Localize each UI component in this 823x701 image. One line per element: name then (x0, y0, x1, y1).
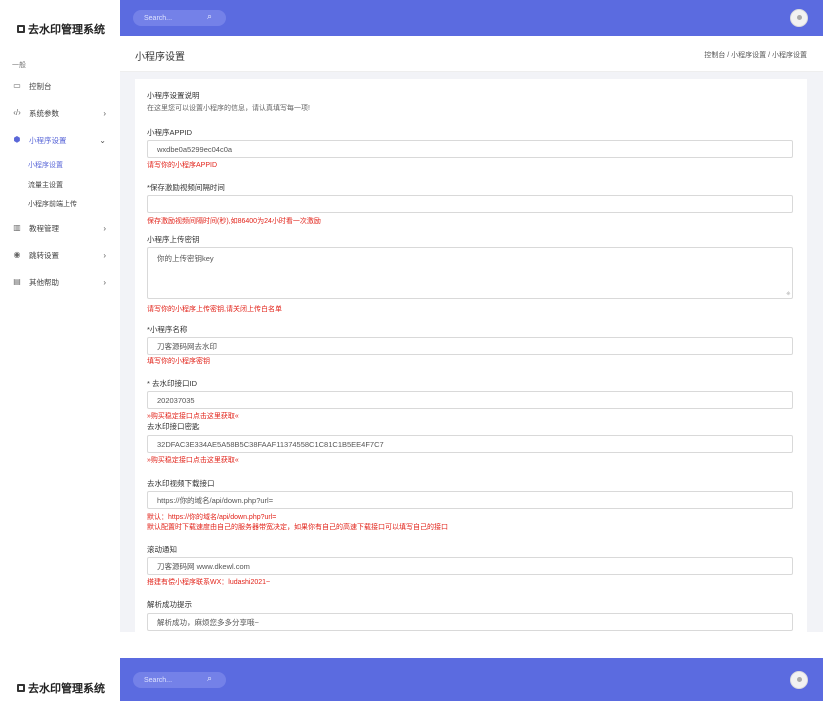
sidebar-subitem-miniprogram-settings[interactable]: 小程序设置 (28, 160, 63, 170)
sidebar-item-label: 控制台 (29, 81, 52, 91)
sidebar-item-label: 小程序设置 (29, 135, 67, 145)
upload-key-value: 你的上传密钥key (157, 254, 214, 263)
document-icon: ▤ (13, 277, 21, 286)
page-header: 小程序设置 控制台 / 小程序设置 / 小程序设置 (120, 36, 823, 72)
download-api-label: 去水印视频下载接口 (147, 479, 215, 488)
admin-window: 去水印管理系统 一般 ▭ 控制台 ‹/› 系统参数 › ⬢ 小程序设置 ⌄ 小程… (0, 0, 823, 632)
intro-description: 在这里您可以设置小程序的信息，请认真填写每一项! (147, 105, 310, 112)
scroll-notice-hint: 搭建有偿小程序联系WX：ludashi2021~ (147, 579, 271, 586)
search-placeholder: Search... (144, 676, 173, 684)
search-input[interactable]: Search... ⌕ (133, 672, 226, 688)
sidebar-subitem-frontend-upload[interactable]: 小程序前端上传 (28, 199, 77, 209)
book-icon: ▥ (13, 223, 21, 232)
video-interval-label: *保存激励视频间隔时间 (147, 183, 225, 192)
settings-form: 小程序设置说明 在这里您可以设置小程序的信息，请认真填写每一项! 小程序APPI… (135, 79, 807, 632)
chevron-right-icon: › (103, 108, 106, 118)
appid-input[interactable]: wxdbe0a5299ec04c0a (147, 140, 793, 158)
video-interval-input[interactable] (147, 195, 793, 213)
app-name-input[interactable]: 刀客源码网去水印 (147, 337, 793, 355)
upload-key-hint: 请写你的小程序上传密钥,请关闭上传白名单 (147, 306, 282, 313)
app-title: 去水印管理系统 (28, 683, 105, 695)
intro-title: 小程序设置说明 (147, 91, 200, 100)
parse-success-input[interactable]: 解析成功，麻烦您多多分享哦~ (147, 613, 793, 631)
code-icon: ‹/› (13, 108, 21, 117)
appid-hint: 请写你的小程序APPID (147, 162, 218, 169)
sidebar-item-label: 其他帮助 (29, 277, 59, 287)
sidebar: 去水印管理系统 一般 ▭ 控制台 ‹/› 系统参数 › ⬢ 小程序设置 ⌄ 小程… (0, 0, 120, 632)
api-key-label: 去水印接口密匙 (147, 422, 200, 431)
disc-icon: ◉ (13, 250, 21, 259)
breadcrumb[interactable]: 控制台 / 小程序设置 / 小程序设置 (704, 50, 807, 60)
sidebar-item-dashboard[interactable]: ▭ 控制台 (0, 78, 120, 94)
api-id-buy-link[interactable]: »购买稳定接口点击这里获取« (147, 411, 239, 421)
api-id-label: * 去水印接口ID (147, 379, 198, 388)
parse-success-label: 解析成功提示 (147, 600, 192, 609)
app-logo[interactable]: 去水印管理系统 (17, 21, 105, 37)
resize-handle-icon[interactable]: ≡ (785, 291, 792, 298)
sidebar-item-label: 跳转设置 (29, 250, 59, 260)
sidebar-item-miniprogram-settings[interactable]: ⬢ 小程序设置 ⌄ (0, 132, 120, 148)
api-key-input[interactable]: 32DFAC3E334AE5A58B5C38FAAF11374558C1C81C… (147, 435, 793, 453)
download-api-hint-default: 默认：https://你的域名/api/down.php?url= (147, 514, 277, 521)
sidebar-item-label: 系统参数 (29, 108, 59, 118)
sidebar-item-tutorials[interactable]: ▥ 教程管理 › (0, 220, 120, 236)
scroll-notice-input[interactable]: 刀客源码网 www.dkewl.com (147, 557, 793, 575)
avatar[interactable] (790, 9, 808, 27)
content-area: 小程序设置说明 在这里您可以设置小程序的信息，请认真填写每一项! 小程序APPI… (120, 72, 823, 632)
appid-label: 小程序APPID (147, 128, 193, 137)
search-icon[interactable]: ⌕ (207, 674, 212, 683)
search-input[interactable]: Search... ⌕ (133, 10, 226, 26)
search-icon[interactable]: ⌕ (207, 12, 212, 21)
scroll-notice-label: 滚动通知 (147, 545, 177, 554)
chevron-right-icon: › (103, 223, 106, 233)
upload-key-label: 小程序上传密钥 (147, 235, 200, 244)
download-api-input[interactable]: https://你的域名/api/down.php?url= (147, 491, 793, 509)
sidebar-item-system-params[interactable]: ‹/› 系统参数 › (0, 105, 120, 121)
search-placeholder: Search... (144, 14, 173, 22)
top-bar: Search... ⌕ (120, 658, 823, 701)
top-bar: Search... ⌕ (120, 0, 823, 36)
shield-icon: ⬢ (13, 135, 21, 144)
download-api-hint-note: 默认配置时下载速度由自己的服务器带宽决定，如果你有自己的高速下载接口可以填写自己… (147, 524, 448, 531)
sidebar-section-label: 一般 (12, 62, 26, 69)
logo-square-icon (17, 25, 25, 33)
page-title: 小程序设置 (135, 52, 185, 63)
upload-key-textarea[interactable]: 你的上传密钥key ≡ (147, 247, 793, 299)
app-logo[interactable]: 去水印管理系统 (17, 680, 105, 696)
monitor-icon: ▭ (13, 81, 21, 90)
sidebar-subitem-traffic-settings[interactable]: 流量主设置 (28, 180, 63, 190)
avatar[interactable] (790, 671, 808, 689)
video-interval-hint: 保存激励视频间隔时间(秒),如86400为24小时看一次激励 (147, 218, 321, 225)
app-name-hint: 填写你的小程序密钥 (147, 358, 210, 365)
api-key-buy-link[interactable]: »购买稳定接口点击这里获取« (147, 455, 239, 465)
chevron-right-icon: › (103, 250, 106, 260)
api-id-input[interactable]: 202037035 (147, 391, 793, 409)
sidebar: 去水印管理系统 (0, 658, 120, 701)
app-name-label: *小程序名称 (147, 325, 188, 334)
app-title: 去水印管理系统 (28, 24, 105, 36)
sidebar-item-redirect-settings[interactable]: ◉ 跳转设置 › (0, 247, 120, 263)
sidebar-item-label: 教程管理 (29, 223, 59, 233)
logo-square-icon (17, 684, 25, 692)
sidebar-item-help[interactable]: ▤ 其他帮助 › (0, 274, 120, 290)
chevron-right-icon: › (103, 277, 106, 287)
chevron-down-icon: ⌄ (99, 135, 106, 145)
admin-window-second: 去水印管理系统 Search... ⌕ (0, 658, 823, 701)
